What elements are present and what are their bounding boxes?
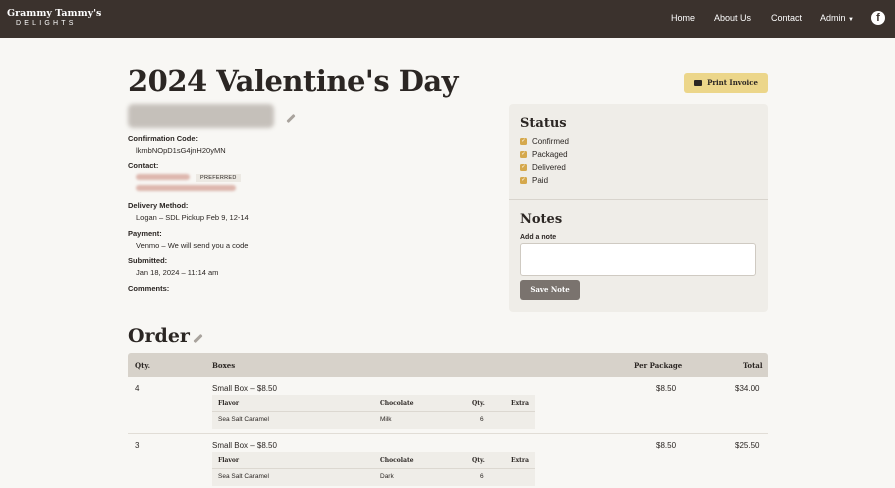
edit-order-pencil-icon[interactable]	[193, 333, 203, 344]
edit-pencil-icon[interactable]	[286, 113, 296, 124]
submitted-label: Submitted:	[128, 256, 168, 265]
row-box: Small Box – $8.50	[212, 384, 277, 393]
row-qty: 4	[135, 384, 140, 393]
preferred-badge: PREFERRED	[196, 174, 241, 182]
save-note-button[interactable]: Save Note	[520, 280, 580, 300]
sub-flavor: Sea Salt Caramel	[218, 416, 269, 423]
contact-phone-redacted	[136, 174, 190, 180]
payment-label: Payment:	[128, 229, 162, 238]
nav-link-contact[interactable]: Contact	[771, 13, 802, 23]
status-confirmed-label: Confirmed	[532, 137, 569, 146]
status-packaged-label: Packaged	[532, 150, 568, 159]
row-total: $34.00	[735, 384, 760, 393]
note-textarea[interactable]	[520, 243, 756, 276]
col-boxes: Boxes	[212, 361, 236, 370]
sub-col-extra: Extra	[511, 457, 529, 464]
status-delivered-checkbox[interactable]: ✓	[520, 164, 527, 171]
sub-chocolate: Milk	[380, 416, 392, 423]
nav-admin-label: Admin	[820, 13, 846, 23]
sub-qty: 6	[480, 416, 484, 423]
print-invoice-label: Print Invoice	[707, 78, 758, 87]
top-navbar: Grammy Tammy's DELIGHTS Home About Us Co…	[0, 0, 895, 38]
sub-col-flavor: Flavor	[218, 400, 240, 407]
sub-col-extra: Extra	[511, 400, 529, 407]
status-packaged-checkbox[interactable]: ✓	[520, 151, 527, 158]
sub-col-chocolate: Chocolate	[380, 457, 414, 464]
sub-col-flavor: Flavor	[218, 457, 240, 464]
flavor-subtable: Flavor Chocolate Qty. Extra Sea Salt Car…	[212, 395, 535, 429]
row-per-package: $8.50	[656, 384, 677, 393]
brand-name: Grammy Tammy's	[7, 8, 102, 19]
delivery-method-label: Delivery Method:	[128, 201, 189, 210]
status-heading: Status	[520, 116, 567, 131]
col-qty: Qty.	[135, 361, 151, 370]
row-total: $25.50	[735, 441, 760, 450]
notes-heading: Notes	[520, 212, 563, 227]
sub-flavor: Sea Salt Caramel	[218, 473, 269, 480]
comments-label: Comments:	[128, 284, 170, 293]
status-paid-checkbox[interactable]: ✓	[520, 177, 527, 184]
submitted-value: Jan 18, 2024 – 11:14 am	[136, 268, 219, 277]
page-title: 2024 Valentine's Day	[128, 64, 459, 98]
printer-icon	[694, 79, 703, 86]
print-invoice-button[interactable]: Print Invoice	[684, 73, 768, 93]
add-note-label: Add a note	[520, 234, 557, 241]
row-per-package: $8.50	[656, 441, 677, 450]
customer-name-redacted	[128, 104, 274, 128]
row-divider	[128, 433, 768, 434]
sub-chocolate: Dark	[380, 473, 394, 480]
col-per-package: Per Package	[634, 361, 683, 370]
flavor-subtable: Flavor Chocolate Qty. Extra Sea Salt Car…	[212, 452, 535, 486]
row-qty: 3	[135, 441, 140, 450]
panel-divider	[509, 199, 768, 200]
confirmation-code-label: Confirmation Code:	[128, 134, 198, 143]
nav-link-about[interactable]: About Us	[714, 13, 751, 23]
subtable-divider	[212, 468, 535, 469]
confirmation-code-value: lkmbNOpD1sG4jnH20yMN	[136, 146, 226, 155]
contact-email-redacted	[136, 185, 236, 191]
sub-col-qty: Qty.	[472, 400, 485, 407]
order-heading: Order	[128, 325, 190, 347]
sub-qty: 6	[480, 473, 484, 480]
status-confirmed-checkbox[interactable]: ✓	[520, 138, 527, 145]
contact-label: Contact:	[128, 161, 159, 170]
payment-value: Venmo – We will send you a code	[136, 241, 249, 250]
col-total: Total	[743, 361, 763, 370]
facebook-icon[interactable]: f	[871, 11, 885, 25]
brand-logo[interactable]: Grammy Tammy's DELIGHTS	[7, 8, 101, 27]
nav-admin-dropdown[interactable]: Admin ▼	[820, 13, 854, 23]
delivery-method-value: Logan – SDL Pickup Feb 9, 12-14	[136, 213, 249, 222]
row-box: Small Box – $8.50	[212, 441, 277, 450]
caret-down-icon: ▼	[848, 17, 854, 23]
subtable-divider	[212, 411, 535, 412]
brand-subtitle: DELIGHTS	[16, 20, 77, 27]
nav-link-home[interactable]: Home	[671, 13, 695, 23]
order-table-header: Qty. Boxes Per Package Total	[128, 353, 768, 377]
status-paid-label: Paid	[532, 176, 549, 185]
status-delivered-label: Delivered	[532, 163, 566, 172]
sub-col-chocolate: Chocolate	[380, 400, 414, 407]
sub-col-qty: Qty.	[472, 457, 485, 464]
